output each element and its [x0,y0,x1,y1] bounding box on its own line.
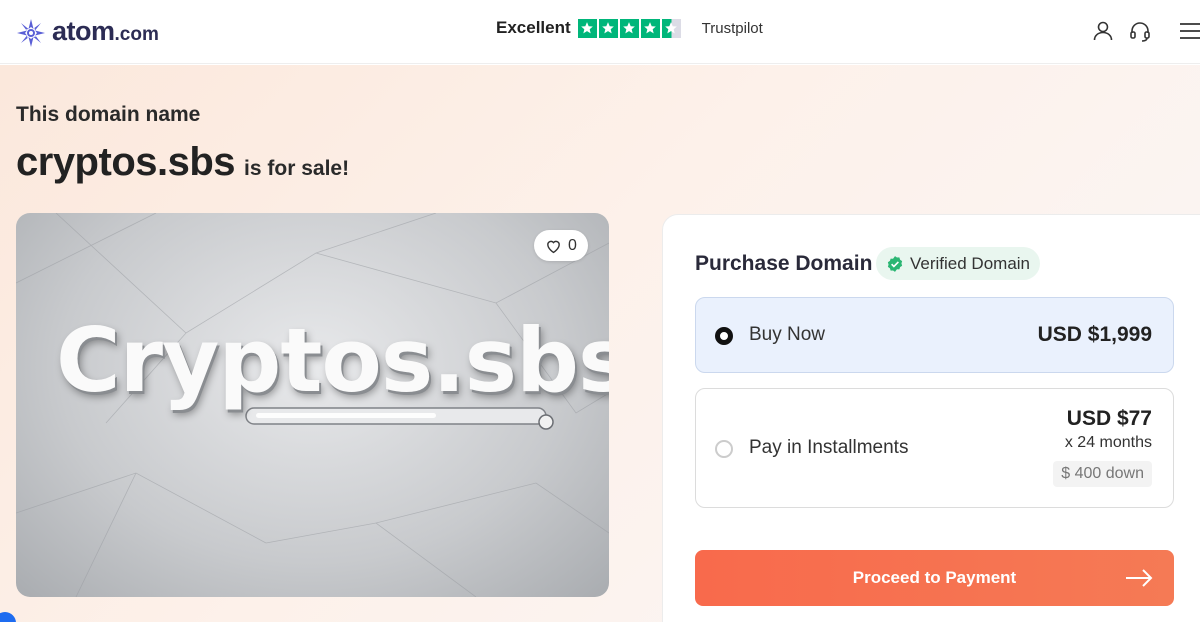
star-icon [598,18,618,38]
hero-subtitle: This domain name [16,103,201,126]
heart-icon [547,240,560,253]
domain-name: cryptos.sbs [16,140,236,184]
purchase-title: Purchase Domain [695,252,873,275]
installments-radio[interactable] [715,440,733,458]
buy-now-radio[interactable] [715,327,733,345]
proceed-label: Proceed to Payment [852,568,1017,587]
logo[interactable]: atom.com [16,16,159,50]
user-icon[interactable] [1091,19,1115,43]
installment-term: x 24 months [1064,434,1152,451]
star-icon [577,18,597,38]
buy-now-label: Buy Now [749,324,826,345]
buy-now-option[interactable]: Buy Now USD $1,999 [695,297,1174,373]
half-star-icon [661,18,681,38]
like-button[interactable]: 0 [534,230,588,261]
installment-price: USD $77 [1066,407,1152,430]
image-domain-text: Cryptos.sbs [56,309,609,412]
trustpilot-brand: Trustpilot [701,19,763,37]
domain-heading: cryptos.sbs is for sale! [16,140,349,185]
like-count: 0 [568,236,577,254]
for-sale-text: is for sale! [244,157,350,180]
site-header: atom.com Excellent Trustpilot [0,0,1200,64]
domain-image: Cryptos.sbs [16,213,609,597]
rating-stars [577,18,681,38]
logo-wordmark: atom.com [52,16,159,46]
trustpilot-rating[interactable]: Excellent Trustpilot [496,17,763,39]
trust-label: Excellent [496,18,571,37]
atom-logo-icon [17,19,45,47]
verified-check-icon [887,255,903,272]
installments-label: Pay in Installments [749,437,909,458]
star-icon [619,18,639,38]
menu-icon[interactable] [1177,19,1200,43]
star-icon [640,18,660,38]
arrow-right-icon [1126,569,1153,587]
down-payment: $ 400 down [1053,461,1152,487]
installments-option[interactable]: Pay in Installments USD $77 x 24 months … [695,388,1174,508]
proceed-to-payment-button[interactable]: Proceed to Payment [695,550,1174,606]
verified-label: Verified Domain [910,253,1031,273]
headset-icon[interactable] [1128,19,1152,43]
verified-badge: Verified Domain [876,247,1041,280]
buy-now-price: USD $1,999 [1037,323,1152,346]
